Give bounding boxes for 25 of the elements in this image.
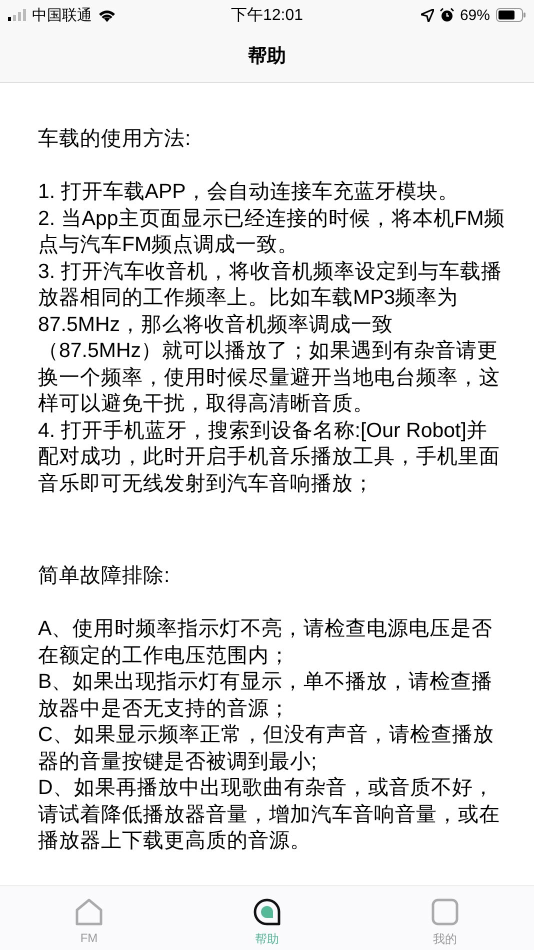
wifi-icon	[98, 8, 116, 22]
paragraph: B、如果出现指示灯有显示，单不播放，请检查播放器中是否无支持的音源；	[38, 669, 494, 722]
house-icon	[75, 898, 103, 926]
paragraph: 2. 当App主页面显示已经连接的时候，将本机FM频点与汽车FM频点调成一致。	[38, 206, 506, 258]
square-icon	[431, 898, 459, 926]
section-heading: 车载的使用方法:	[38, 126, 192, 152]
tab[interactable]: 我的	[356, 886, 534, 950]
section-heading: 简单故障排除:	[38, 563, 171, 589]
paragraph: 4. 打开手机蓝牙，搜索到设备名称:[Our Robot]并配对成功，此时开启手机音乐播放工具，手机里面音乐即可无线发射到汽车音响播放；	[38, 418, 501, 496]
location-arrow-icon	[420, 8, 434, 22]
signal-icon	[8, 9, 26, 21]
status-time: 下午12:01	[230, 6, 304, 26]
battery-icon	[496, 8, 526, 22]
paragraph: 3. 打开汽车收音机，将收音机频率设定到与车载播放器相同的工作频率上。比如车载MP3频率为87.5MHz，那么将收音机频率调成一致（87.5MHz）就可以播放了；如果遇到有杂音请更换一个频率，使用时候尽量避开当地电台频率，这样可以避免干扰，取得高清晰音质。	[38, 258, 503, 417]
paragraph: C、如果显示频率正常，但没有声音，请检查播放器的音量按键是否被调到最小;	[38, 722, 495, 774]
battery-percent: 69%	[460, 6, 490, 24]
tab[interactable]: 帮助	[178, 886, 356, 950]
speech-bubble-icon	[253, 898, 281, 926]
alarm-clock-icon	[440, 8, 454, 22]
paragraph: A、使用时频率指示灯不亮，请检查电源电压是否在额定的工作电压范围内；	[38, 616, 494, 668]
carrier-name: 中国联通	[32, 6, 92, 24]
paragraph: 1. 打开车载APP，会自动连接车充蓝牙模块。	[38, 179, 460, 205]
page-title: 帮助	[248, 45, 286, 69]
paragraph: D、如果再播放中出现歌曲有杂音，或音质不好，请试着降低播放器音量，增加汽车音响音量，或在播放器上下载更高质的音源。	[38, 775, 501, 854]
tab[interactable]: FM	[0, 886, 178, 950]
